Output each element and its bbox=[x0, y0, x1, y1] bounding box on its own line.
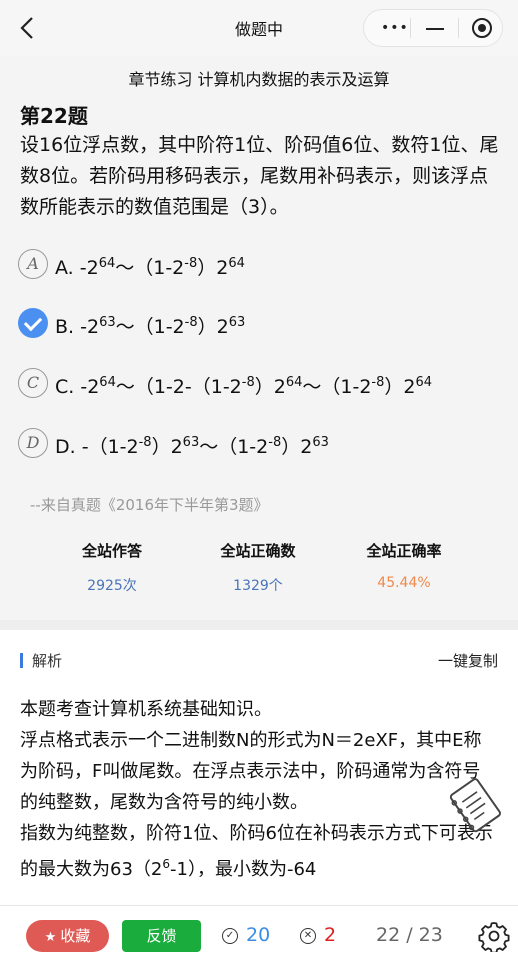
stat-label: 全站正确数 bbox=[220, 542, 296, 560]
favorite-label: 收藏 bbox=[60, 927, 91, 945]
stat-value: 45.44% bbox=[377, 575, 431, 591]
minimize-icon[interactable] bbox=[426, 28, 444, 30]
option-c-text: C. -264～（1-2-（1-2-8）264～（1-2-8）264 bbox=[55, 375, 433, 398]
analysis-paragraph: 指数为纯整数，阶符1位、阶码6位在补码表示方式下可表示的最大数为63（26-1）… bbox=[20, 823, 493, 880]
question-text: 设16位浮点数，其中阶符1位、阶码值6位、数符1位、尾数8位。若阶码用移码表示，… bbox=[20, 134, 499, 218]
section-divider bbox=[0, 620, 518, 630]
analysis-text: 本题考查计算机系统基础知识。 浮点格式表示一个二进制数N的形式为N＝2eXF，其… bbox=[20, 694, 498, 885]
nav-bar: 做题中 ••• bbox=[0, 0, 518, 56]
analysis-title: 解析 bbox=[32, 652, 63, 670]
page-indicator[interactable]: 22 / 23 bbox=[376, 924, 443, 946]
check-icon bbox=[18, 308, 48, 338]
option-a-letter: A bbox=[18, 249, 48, 279]
option-a[interactable]: A A. -264～（1-2-8）264 bbox=[18, 249, 498, 283]
stat-label: 全站正确率 bbox=[366, 542, 442, 560]
capsule-divider bbox=[458, 18, 459, 38]
analysis-paragraph: 浮点格式表示一个二进制数N的形式为N＝2eXF，其中E称为阶码，F叫做尾数。在浮… bbox=[20, 730, 482, 813]
correct-count: 20 bbox=[246, 924, 271, 946]
wrong-count: 2 bbox=[324, 924, 337, 946]
more-icon[interactable]: ••• bbox=[381, 20, 409, 36]
option-a-text: A. -264～（1-2-8）264 bbox=[55, 256, 245, 279]
option-b-text: B. -263～（1-2-8）263 bbox=[55, 315, 246, 338]
option-d-text: D. -（1-2-8）263～（1-2-8）263 bbox=[55, 435, 329, 458]
favorite-button[interactable]: ★ 收藏 bbox=[26, 920, 109, 952]
close-target-icon[interactable] bbox=[472, 18, 492, 38]
star-icon: ★ bbox=[44, 930, 57, 945]
mini-program-capsule: ••• bbox=[363, 9, 503, 47]
stat-value: 1329个 bbox=[233, 578, 283, 594]
option-c[interactable]: C C. -264～（1-2-（1-2-8）264～（1-2-8）264 bbox=[18, 368, 508, 402]
notebook-icon[interactable] bbox=[445, 775, 507, 837]
stat-value: 2925次 bbox=[87, 578, 137, 594]
x-circle-icon: ✕ bbox=[300, 928, 316, 944]
capsule-divider bbox=[410, 18, 411, 38]
gear-icon[interactable] bbox=[478, 920, 510, 954]
analysis-panel: 解析 一键复制 本题考查计算机系统基础知识。 浮点格式表示一个二进制数N的形式为… bbox=[0, 630, 518, 905]
option-d[interactable]: D D. -（1-2-8）263～（1-2-8）263 bbox=[18, 428, 498, 462]
copy-all-button[interactable]: 一键复制 bbox=[438, 650, 498, 671]
stat-total-answers: 全站作答 2925次 bbox=[47, 540, 177, 595]
stat-correct-rate: 全站正确率 45.44% bbox=[339, 540, 469, 591]
check-circle-icon: ✓ bbox=[222, 928, 238, 944]
option-c-letter: C bbox=[18, 368, 48, 398]
question-number: 第22题 bbox=[20, 104, 88, 128]
option-b[interactable]: B. -263～（1-2-8）263 bbox=[18, 308, 498, 342]
option-d-letter: D bbox=[18, 428, 48, 458]
stat-correct-count: 全站正确数 1329个 bbox=[193, 540, 323, 595]
feedback-button[interactable]: 反馈 bbox=[122, 920, 201, 952]
analysis-paragraph: 本题考查计算机系统基础知识。 bbox=[20, 699, 272, 720]
section-marker bbox=[20, 653, 23, 668]
chapter-title: 章节练习 计算机内数据的表示及运算 bbox=[128, 70, 390, 89]
bottom-toolbar: ★ 收藏 反馈 ✓ 20 ✕ 2 22 / 23 bbox=[0, 905, 518, 975]
question-source: --来自真题《2016年下半年第3题》 bbox=[30, 496, 269, 514]
stat-label: 全站作答 bbox=[81, 542, 142, 560]
